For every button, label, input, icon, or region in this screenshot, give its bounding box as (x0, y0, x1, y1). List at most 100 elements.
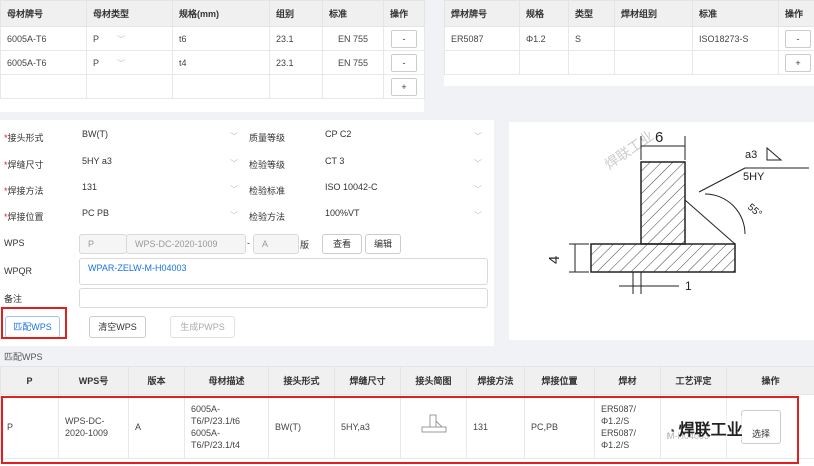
table-row: 6005A-T6 P ﹀ t6 23.1 EN 755 - (0, 26, 425, 51)
header-grade: 母材牌号 (0, 0, 87, 27)
chevron-down-icon: ﹀ (117, 59, 125, 68)
watermark-logo: ◔ 焊联工业 (668, 416, 743, 440)
standard-cell: EN 755 (322, 26, 384, 51)
inspect-std-select[interactable]: ISO 10042-C (325, 182, 378, 192)
header-filler-action: 操作 (778, 0, 814, 27)
filler-panel: 焊材牌号 规格 类型 焊材组别 标准 操作 ER5087 Φ1.2 S ISO1… (444, 0, 814, 86)
table-row: ER5087 Φ1.2 S ISO18273-S - (444, 26, 814, 51)
filler-group-cell (614, 26, 693, 51)
method-label: *焊接方法 (4, 186, 44, 196)
chevron-down-icon: ﹀ (474, 159, 482, 168)
weld-size-label: *焊缝尺寸 (4, 160, 44, 170)
add-filler-button[interactable]: + (785, 53, 811, 72)
header-wps: WPS号 (58, 366, 129, 395)
add-row-button[interactable]: + (391, 77, 417, 96)
header-p: P (0, 366, 59, 395)
type-select[interactable]: P ﹀ (86, 26, 173, 51)
inspect-std-label: 检验标准 (249, 186, 286, 196)
match-section-title: 匹配WPS (4, 352, 43, 362)
wps-label: WPS (4, 238, 25, 248)
wps-number-field[interactable]: WPS-DC-2020-1009 (126, 234, 246, 254)
header-type: 母材类型 (86, 0, 173, 27)
filler-spec-cell: Φ1.2 (519, 26, 569, 51)
note-label: 备注 (4, 294, 23, 304)
group-cell: 23.1 (269, 26, 323, 51)
spec-cell: t4 (172, 50, 270, 75)
joint-form-label: *接头形式 (4, 133, 44, 143)
base-metal-panel: 母材牌号 母材类型 规格(mm) 组别 标准 操作 6005A-T6 P ﹀ t6… (0, 0, 425, 112)
chevron-down-icon: ﹀ (474, 132, 482, 141)
header-version: 版本 (128, 366, 185, 395)
header-joint: 接头形式 (268, 366, 335, 395)
header-filler-group: 焊材组别 (614, 0, 693, 27)
quality-label: 质量等级 (249, 133, 286, 143)
wps-p-field[interactable]: P (79, 234, 127, 254)
group-cell: 23.1 (269, 50, 323, 75)
wps-version-field[interactable]: A (253, 234, 299, 254)
header-filler-spec: 规格 (519, 0, 569, 27)
method-select[interactable]: 131 (82, 182, 97, 192)
weld-size-select[interactable]: 5HY a3 (82, 156, 112, 166)
header-filler-type: 类型 (568, 0, 615, 27)
type-select[interactable]: P ﹀ (86, 50, 173, 75)
clear-wps-button[interactable]: 清空WPS (89, 316, 146, 338)
joint-form-select[interactable]: BW(T) (82, 129, 108, 139)
header-group: 组别 (269, 0, 323, 27)
position-label: *焊接位置 (4, 212, 44, 222)
header-size: 焊缝尺寸 (334, 366, 401, 395)
wps-version-label: 版 (300, 240, 310, 250)
weld-form-panel: *接头形式 BW(T) ﹀ 质量等级 CP C2 ﹀ *焊缝尺寸 5HY a3 … (0, 120, 494, 346)
edit-button[interactable]: 编辑 (365, 234, 401, 254)
joint-drawing-icon: 焊联工业 6 55° 4 1 a3 5HY (546, 128, 809, 294)
joint-drawing-panel: 焊联工业 6 55° 4 1 a3 5HY (509, 122, 814, 340)
chevron-down-icon: ﹀ (230, 132, 238, 141)
remove-filler-button[interactable]: - (785, 29, 811, 48)
chevron-down-icon: ﹀ (474, 185, 482, 194)
remove-row-button[interactable]: - (391, 29, 417, 48)
position-select[interactable]: PC PB (82, 208, 109, 218)
inspect-method-label: 检验方法 (249, 212, 286, 222)
grade-cell: 6005A-T6 (0, 50, 87, 75)
quality-select[interactable]: CP C2 (325, 129, 351, 139)
view-button[interactable]: 查看 (322, 234, 362, 254)
table-row: 6005A-T6 P ﹀ t4 23.1 EN 755 - (0, 50, 425, 75)
filler-table: 焊材牌号 规格 类型 焊材组别 标准 操作 ER5087 Φ1.2 S ISO1… (444, 0, 814, 75)
wpqr-label: WPQR (4, 266, 32, 276)
filler-standard-cell: ISO18273-S (692, 26, 779, 51)
header-base-desc: 母材描述 (184, 366, 269, 395)
header-pqr: 工艺评定 (660, 366, 727, 395)
inspect-level-label: 检验等级 (249, 160, 286, 170)
svg-text:55°: 55° (745, 202, 764, 220)
chevron-down-icon: ﹀ (230, 211, 238, 220)
remove-row-button[interactable]: - (391, 53, 417, 72)
header-filler: 焊材 (594, 366, 661, 395)
base-metal-table: 母材牌号 母材类型 规格(mm) 组别 标准 操作 6005A-T6 P ﹀ t6… (0, 0, 425, 99)
standard-cell: EN 755 (322, 50, 384, 75)
note-field[interactable] (79, 288, 488, 308)
wpqr-field[interactable]: WPAR-ZELW-M-H04003 (79, 258, 488, 285)
svg-text:6: 6 (655, 129, 663, 146)
chevron-down-icon: ﹀ (230, 185, 238, 194)
chevron-down-icon: ﹀ (117, 35, 125, 44)
header-filler-standard: 标准 (692, 0, 779, 27)
generate-pwps-button[interactable]: 生成PWPS (170, 316, 235, 338)
wps-dash: - (247, 238, 250, 248)
header-position: 焊接位置 (524, 366, 595, 395)
filler-type-cell: S (568, 26, 615, 51)
chat-icon: ◔ (668, 424, 679, 438)
svg-text:a3: a3 (745, 149, 757, 161)
header-sketch: 接头简图 (400, 366, 467, 395)
inspect-level-select[interactable]: CT 3 (325, 156, 344, 166)
grade-cell: 6005A-T6 (0, 26, 87, 51)
header-method: 焊接方法 (466, 366, 525, 395)
inspect-method-select[interactable]: 100%VT (325, 208, 360, 218)
header-action: 操作 (726, 366, 814, 395)
spec-cell: t6 (172, 26, 270, 51)
header-spec: 规格(mm) (172, 0, 270, 27)
chevron-down-icon: ﹀ (474, 211, 482, 220)
svg-text:5HY: 5HY (743, 171, 765, 183)
match-button-highlight (1, 307, 67, 339)
chevron-down-icon: ﹀ (230, 159, 238, 168)
header-action: 操作 (383, 0, 425, 27)
filler-grade-cell: ER5087 (444, 26, 520, 51)
